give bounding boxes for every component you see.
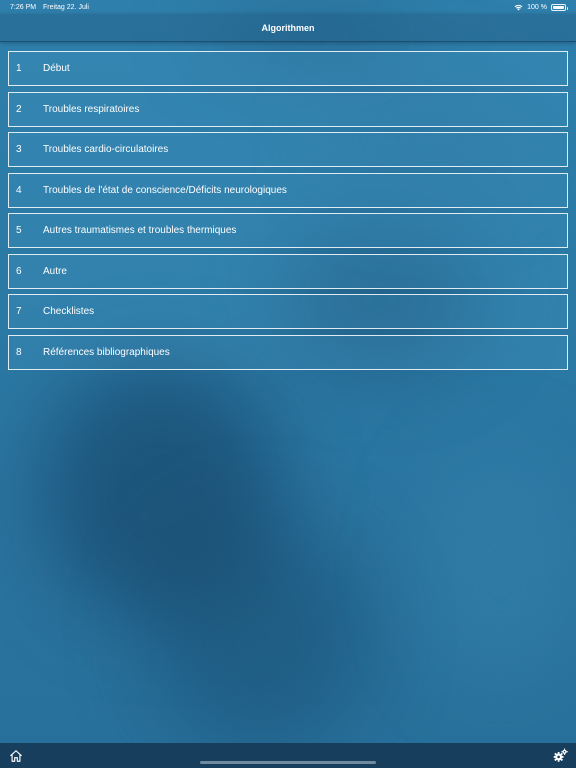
home-button[interactable] <box>8 748 24 764</box>
item-number: 3 <box>16 144 22 155</box>
item-label: Troubles respiratoires <box>43 103 140 115</box>
battery-icon <box>551 3 568 11</box>
gears-icon <box>553 748 568 762</box>
navigation-bar: Algorithmen <box>0 14 576 42</box>
status-date: Freitag 22. Juli <box>43 3 89 11</box>
menu-item-troubles-respiratoires[interactable]: 2 Troubles respiratoires <box>8 91 568 127</box>
battery-level <box>553 5 564 9</box>
item-number: 7 <box>16 306 22 317</box>
item-label: Troubles de l'état de conscience/Déficit… <box>43 184 287 196</box>
battery-percent: 100 % <box>527 3 547 11</box>
item-number: 4 <box>16 184 22 196</box>
item-label: Début <box>43 63 70 74</box>
home-icon <box>10 749 22 762</box>
menu-item-troubles-cardio-circulatoires[interactable]: 3 Troubles cardio-circulatoires <box>8 132 568 167</box>
item-label: Autre <box>43 265 67 277</box>
item-label: Références bibliographiques <box>43 346 170 358</box>
status-bar: 7:26 PM Freitag 22. Juli 100 % <box>0 0 576 14</box>
menu-item-troubles-conscience[interactable]: 4 Troubles de l'état de conscience/Défic… <box>8 172 568 208</box>
menu-item-autre[interactable]: 6 Autre <box>8 253 568 289</box>
home-indicator[interactable] <box>200 761 376 764</box>
item-number: 5 <box>16 225 22 236</box>
settings-button[interactable] <box>552 748 568 764</box>
item-label: Checklistes <box>43 306 95 317</box>
item-number: 1 <box>16 63 22 74</box>
status-time: 7:26 PM <box>10 3 37 11</box>
wifi-icon <box>514 4 523 10</box>
menu-item-references[interactable]: 8 Références bibliographiques <box>8 334 568 370</box>
page-title: Algorithmen <box>261 22 315 33</box>
item-label: Autres traumatismes et troubles thermiqu… <box>43 225 237 236</box>
algorithm-menu: 1 Début 2 Troubles respiratoires 3 Troub… <box>8 51 568 375</box>
bottom-toolbar <box>0 743 576 768</box>
menu-item-debut[interactable]: 1 Début <box>8 51 568 86</box>
item-number: 6 <box>16 265 22 277</box>
menu-item-checklistes[interactable]: 7 Checklistes <box>8 294 568 329</box>
item-number: 2 <box>16 103 22 115</box>
item-number: 8 <box>16 346 22 358</box>
item-label: Troubles cardio-circulatoires <box>43 144 169 155</box>
menu-item-autres-traumatismes[interactable]: 5 Autres traumatismes et troubles thermi… <box>8 213 568 248</box>
